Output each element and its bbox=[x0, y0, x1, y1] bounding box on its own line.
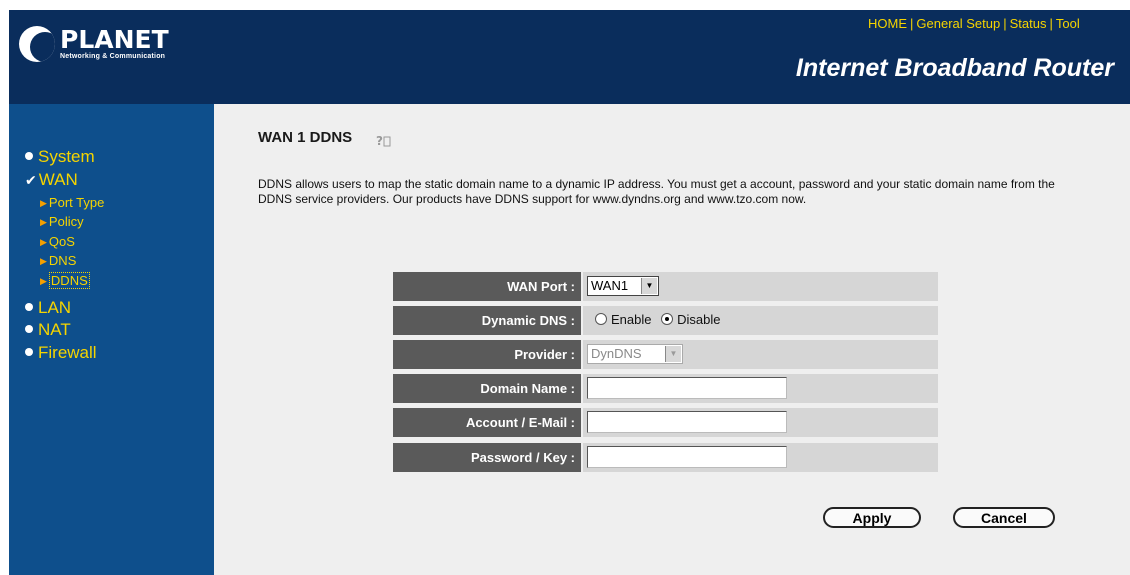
provider-select[interactable]: DynDNS ▼ bbox=[587, 344, 683, 364]
svg-text:?: ? bbox=[376, 134, 383, 148]
sidebar-subitem-label: QoS bbox=[48, 234, 75, 249]
nav-separator: | bbox=[1003, 16, 1007, 31]
arrow-right-icon: ▶ bbox=[40, 217, 47, 227]
form-row-provider: Provider : DynDNS ▼ bbox=[393, 340, 938, 369]
wan-port-selected-value: WAN1 bbox=[591, 278, 629, 293]
planet-logo: PLANET Networking & Communication bbox=[19, 26, 169, 62]
form-value-cell bbox=[583, 443, 938, 472]
form-value-cell: WAN1 ▼ bbox=[583, 272, 938, 301]
bullet-icon bbox=[25, 348, 33, 356]
page-description: DDNS allows users to map the static doma… bbox=[258, 177, 1055, 206]
help-icon[interactable]: ? bbox=[375, 134, 391, 148]
top-nav-status[interactable]: Status bbox=[1010, 16, 1047, 31]
product-title: Internet Broadband Router bbox=[795, 54, 1114, 82]
sidebar-item-label: Firewall bbox=[38, 343, 97, 362]
bullet-icon bbox=[25, 303, 33, 311]
sidebar-subitem-label: DNS bbox=[48, 253, 77, 268]
sidebar-item-wan[interactable]: ✔ WAN bbox=[25, 170, 78, 190]
sidebar-subitem-label: Policy bbox=[48, 214, 84, 229]
sidebar: System ✔ WAN ▶ Port Type ▶ Policy ▶ QoS ▶ DNS… bbox=[9, 104, 214, 575]
sidebar-item-label: System bbox=[38, 147, 95, 166]
dynamic-dns-radio-group: Enable Disable bbox=[595, 312, 726, 327]
planet-logo-icon bbox=[19, 26, 55, 62]
sidebar-subitem-dns[interactable]: ▶ DNS bbox=[40, 253, 76, 268]
sidebar-item-firewall[interactable]: Firewall bbox=[25, 343, 97, 363]
wan-port-select[interactable]: WAN1 ▼ bbox=[587, 276, 659, 296]
account-email-input[interactable] bbox=[587, 411, 787, 433]
form-value-cell: Enable Disable bbox=[583, 306, 938, 335]
top-nav-tool[interactable]: Tool bbox=[1056, 16, 1080, 31]
provider-selected-value: DynDNS bbox=[591, 346, 642, 361]
bullet-icon bbox=[25, 152, 33, 160]
form-row-wan-port: WAN Port : WAN1 ▼ bbox=[393, 272, 938, 301]
sidebar-subitem-label: DDNS bbox=[48, 272, 90, 289]
radio-label-disable[interactable]: Disable bbox=[677, 312, 720, 327]
form-row-domain-name: Domain Name : bbox=[393, 374, 938, 403]
account-label: Account / E-Mail : bbox=[393, 408, 581, 437]
form-row-dynamic-dns: Dynamic DNS : Enable Disable bbox=[393, 306, 938, 335]
arrow-right-icon: ▶ bbox=[40, 256, 47, 266]
provider-label: Provider : bbox=[393, 340, 581, 369]
sidebar-item-lan[interactable]: LAN bbox=[25, 298, 71, 318]
sidebar-subitem-ddns[interactable]: ▶ DDNS bbox=[40, 272, 90, 289]
domain-name-label: Domain Name : bbox=[393, 374, 581, 403]
sidebar-item-label: LAN bbox=[38, 298, 72, 317]
checkmark-icon: ✔ bbox=[25, 172, 37, 188]
bullet-icon bbox=[25, 325, 33, 333]
sidebar-item-system[interactable]: System bbox=[25, 147, 95, 167]
page-title: WAN 1 DDNS bbox=[258, 129, 353, 146]
wan-port-label: WAN Port : bbox=[393, 272, 581, 301]
top-nav-general-setup[interactable]: General Setup bbox=[916, 16, 1000, 31]
apply-button[interactable]: Apply bbox=[823, 507, 921, 528]
sidebar-item-label: NAT bbox=[38, 320, 71, 339]
cancel-button[interactable]: Cancel bbox=[953, 507, 1055, 528]
arrow-right-icon: ▶ bbox=[40, 237, 47, 247]
top-nav-home[interactable]: HOME bbox=[868, 16, 907, 31]
form-value-cell: DynDNS ▼ bbox=[583, 340, 938, 369]
dynamic-dns-label: Dynamic DNS : bbox=[393, 306, 581, 335]
header-banner: PLANET Networking & Communication HOME | G… bbox=[9, 10, 1130, 104]
main-content: WAN 1 DDNS ? DDNS allows users to map th… bbox=[214, 104, 1130, 575]
form-value-cell bbox=[583, 408, 938, 437]
nav-separator: | bbox=[1049, 16, 1053, 31]
arrow-right-icon: ▶ bbox=[40, 276, 47, 286]
radio-label-enable[interactable]: Enable bbox=[611, 312, 651, 327]
form-row-password: Password / Key : bbox=[393, 443, 938, 472]
password-label: Password / Key : bbox=[393, 443, 581, 472]
brand-name: PLANET bbox=[60, 25, 169, 54]
arrow-right-icon: ▶ bbox=[40, 198, 47, 208]
sidebar-item-nat[interactable]: NAT bbox=[25, 320, 71, 340]
form-value-cell bbox=[583, 374, 938, 403]
top-navigation: HOME | General Setup | Status | Tool bbox=[868, 16, 1130, 31]
password-key-input[interactable] bbox=[587, 446, 787, 468]
sidebar-subitem-port-type[interactable]: ▶ Port Type bbox=[40, 195, 104, 210]
dynamic-dns-enable-radio[interactable] bbox=[595, 313, 607, 325]
sidebar-subitem-policy[interactable]: ▶ Policy bbox=[40, 214, 84, 229]
nav-separator: | bbox=[910, 16, 914, 31]
dropdown-arrow-icon: ▼ bbox=[665, 346, 681, 362]
sidebar-subitem-qos[interactable]: ▶ QoS bbox=[40, 234, 75, 249]
sidebar-item-label: WAN bbox=[38, 170, 78, 189]
brand-tagline: Networking & Communication bbox=[60, 53, 166, 60]
domain-name-input[interactable] bbox=[587, 377, 787, 399]
dropdown-arrow-icon: ▼ bbox=[641, 278, 657, 294]
dynamic-dns-disable-radio[interactable] bbox=[661, 313, 674, 325]
sidebar-subitem-label: Port Type bbox=[48, 195, 105, 210]
form-row-account: Account / E-Mail : bbox=[393, 408, 938, 437]
